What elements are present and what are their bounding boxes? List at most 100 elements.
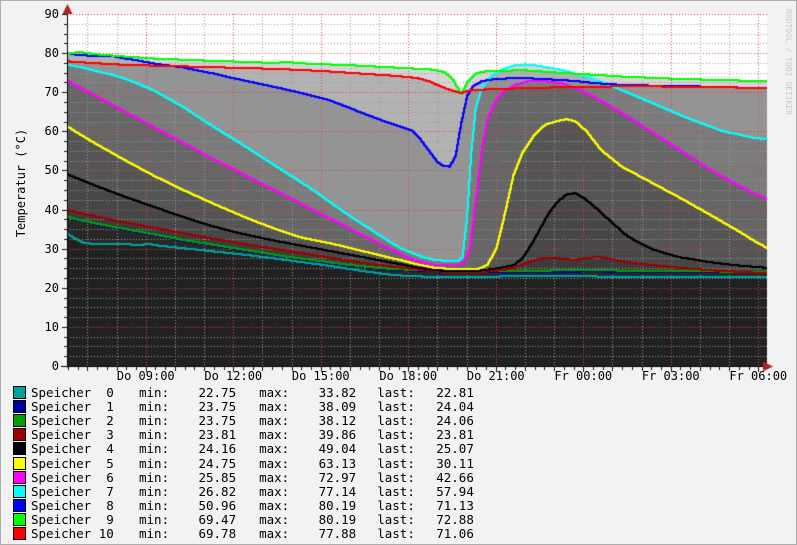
max-value: 49.04 bbox=[289, 441, 356, 456]
chart-canvas bbox=[1, 1, 797, 383]
max-label: max: bbox=[259, 512, 289, 527]
min-label: min: bbox=[139, 512, 169, 527]
x-tick-label: Fr 06:00 bbox=[722, 369, 794, 383]
min-value: 24.75 bbox=[169, 456, 236, 471]
legend-row: Speicher 5min:24.75max:63.13last:30.11 bbox=[13, 456, 474, 470]
last-value: 71.13 bbox=[415, 498, 474, 513]
last-value: 24.04 bbox=[415, 399, 474, 414]
max-value: 38.09 bbox=[289, 399, 356, 414]
last-label: last: bbox=[377, 441, 415, 456]
min-label: min: bbox=[139, 427, 169, 442]
legend-swatch bbox=[13, 499, 26, 512]
y-tick-label: 60 bbox=[17, 124, 59, 138]
x-tick-label: Do 21:00 bbox=[460, 369, 532, 383]
legend-series-name: Speicher 1 bbox=[31, 399, 114, 414]
legend-swatch bbox=[13, 457, 26, 470]
x-tick-label: Do 15:00 bbox=[285, 369, 357, 383]
legend-row: Speicher 9min:69.47max:80.19last:72.88 bbox=[13, 513, 474, 527]
legend-series-name: Speicher 2 bbox=[31, 413, 114, 428]
legend-swatch bbox=[13, 513, 26, 526]
legend-swatch bbox=[13, 485, 26, 498]
min-value: 69.78 bbox=[169, 526, 236, 541]
max-label: max: bbox=[259, 441, 289, 456]
min-value: 23.75 bbox=[169, 413, 236, 428]
y-tick-label: 30 bbox=[17, 242, 59, 256]
min-label: min: bbox=[139, 413, 169, 428]
max-label: max: bbox=[259, 526, 289, 541]
last-value: 30.11 bbox=[415, 456, 474, 471]
legend-swatch bbox=[13, 414, 26, 427]
x-tick-label: Fr 03:00 bbox=[635, 369, 707, 383]
legend-row: Speicher 4 min:24.16 max:49.04 last:25.07 bbox=[13, 442, 474, 456]
min-value: 23.81 bbox=[169, 427, 236, 442]
x-tick-label: Do 12:00 bbox=[197, 369, 269, 383]
max-label: max: bbox=[259, 470, 289, 485]
legend-row: Speicher 3min:23.81max:39.86last:23.81 bbox=[13, 428, 474, 442]
y-tick-label: 40 bbox=[17, 203, 59, 217]
watermark: RRDTOOL / TOBI OETIKER bbox=[784, 9, 793, 115]
min-label: min: bbox=[139, 456, 169, 471]
max-label: max: bbox=[259, 484, 289, 499]
legend-series-name: Speicher 7 bbox=[31, 484, 114, 499]
x-tick-label: Do 18:00 bbox=[372, 369, 444, 383]
legend-swatch bbox=[13, 400, 26, 413]
y-tick-label: 0 bbox=[17, 359, 59, 373]
last-label: last: bbox=[377, 498, 415, 513]
max-value: 72.97 bbox=[289, 470, 356, 485]
legend-series-name: Speicher 5 bbox=[31, 456, 114, 471]
max-label: max: bbox=[259, 413, 289, 428]
y-tick-label: 80 bbox=[17, 46, 59, 60]
max-value: 80.19 bbox=[289, 512, 356, 527]
max-label: max: bbox=[259, 456, 289, 471]
legend-swatch bbox=[13, 386, 26, 399]
legend-series-name: Speicher 0 bbox=[31, 385, 114, 400]
min-value: 26.82 bbox=[169, 484, 236, 499]
legend-series-name: Speicher 10 bbox=[31, 526, 114, 541]
legend-series-name: Speicher 8 bbox=[31, 498, 114, 513]
max-value: 39.86 bbox=[289, 427, 356, 442]
legend-row: Speicher 2 min:23.75 max:38.12 last:24.06 bbox=[13, 413, 474, 427]
legend-row: Speicher 0min:22.75max:33.82last:22.81 bbox=[13, 385, 474, 399]
last-value: 42.66 bbox=[415, 470, 474, 485]
last-label: last: bbox=[377, 385, 415, 400]
last-value: 23.81 bbox=[415, 427, 474, 442]
y-tick-label: 20 bbox=[17, 281, 59, 295]
last-value: 25.07 bbox=[415, 441, 474, 456]
min-value: 25.85 bbox=[169, 470, 236, 485]
last-label: last: bbox=[377, 484, 415, 499]
max-value: 63.13 bbox=[289, 456, 356, 471]
max-value: 33.82 bbox=[289, 385, 356, 400]
max-value: 80.19 bbox=[289, 498, 356, 513]
min-label: min: bbox=[139, 470, 169, 485]
min-value: 24.16 bbox=[169, 441, 236, 456]
min-label: min: bbox=[139, 498, 169, 513]
min-label: min: bbox=[139, 441, 169, 456]
x-tick-label: Do 09:00 bbox=[110, 369, 182, 383]
last-label: last: bbox=[377, 413, 415, 428]
y-tick-label: 50 bbox=[17, 163, 59, 177]
max-label: max: bbox=[259, 385, 289, 400]
legend-swatch bbox=[13, 527, 26, 540]
legend-row: Speicher 1min:23.75max:38.09last:24.04 bbox=[13, 399, 474, 413]
last-value: 72.88 bbox=[415, 512, 474, 527]
min-value: 23.75 bbox=[169, 399, 236, 414]
min-label: min: bbox=[139, 385, 169, 400]
legend: Speicher 0min:22.75max:33.82last:22.81Sp… bbox=[13, 385, 474, 541]
max-value: 38.12 bbox=[289, 413, 356, 428]
last-label: last: bbox=[377, 470, 415, 485]
min-value: 69.47 bbox=[169, 512, 236, 527]
last-label: last: bbox=[377, 427, 415, 442]
legend-row: Speicher 6min:25.85max:72.97last:42.66 bbox=[13, 470, 474, 484]
max-label: max: bbox=[259, 427, 289, 442]
min-value: 50.96 bbox=[169, 498, 236, 513]
legend-series-name: Speicher 9 bbox=[31, 512, 114, 527]
legend-series-name: Speicher 4 bbox=[31, 441, 114, 456]
min-value: 22.75 bbox=[169, 385, 236, 400]
legend-swatch bbox=[13, 442, 26, 455]
last-value: 24.06 bbox=[415, 413, 474, 428]
last-label: last: bbox=[377, 526, 415, 541]
legend-series-name: Speicher 3 bbox=[31, 427, 114, 442]
legend-swatch bbox=[13, 428, 26, 441]
last-label: last: bbox=[377, 399, 415, 414]
max-value: 77.14 bbox=[289, 484, 356, 499]
